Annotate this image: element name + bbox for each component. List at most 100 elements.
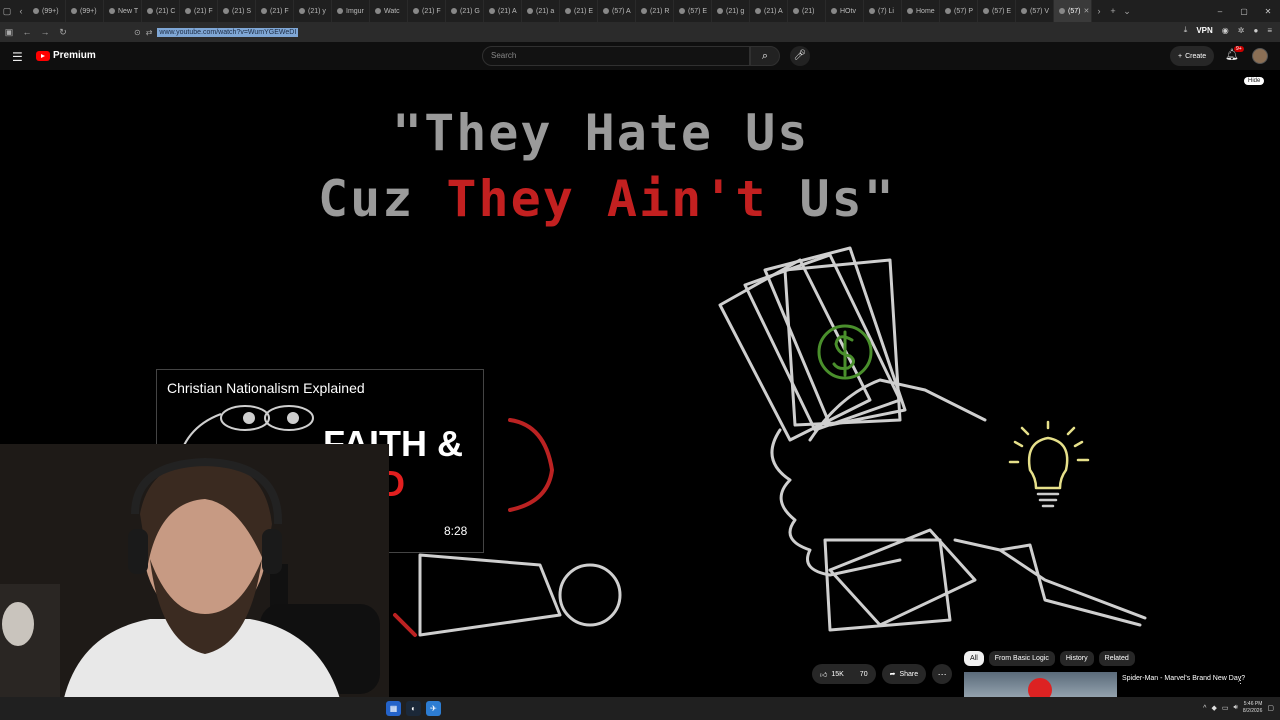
network-icon[interactable]: ▭ bbox=[1222, 704, 1229, 712]
wallet-icon[interactable]: ◉ bbox=[1222, 26, 1229, 35]
tab-search-icon[interactable]: ⌄ bbox=[1120, 6, 1134, 17]
chip-history[interactable]: History bbox=[1059, 651, 1094, 666]
browser-tab[interactable]: Home bbox=[902, 0, 940, 22]
search-icon[interactable]: ⌕ bbox=[750, 46, 780, 66]
chip-all[interactable]: All bbox=[964, 651, 984, 666]
hamburger-menu-icon[interactable]: ☰ bbox=[12, 50, 23, 64]
extensions-icon[interactable]: ✲ bbox=[1238, 26, 1245, 35]
share-button[interactable]: ➦ Share bbox=[881, 664, 927, 684]
app-icon-3[interactable]: ✈ bbox=[426, 701, 441, 716]
browser-tab[interactable]: (99+) bbox=[28, 0, 66, 22]
browser-tab[interactable]: HOtv bbox=[826, 0, 864, 22]
address-bar: ▣ ← → ↻ ⊙ ⇄ www.youtube.com/watch?v=WumY… bbox=[0, 22, 1280, 42]
tab-actions-icon[interactable]: ▢ bbox=[0, 6, 14, 17]
browser-tab[interactable]: (21) A bbox=[484, 0, 522, 22]
browser-tab[interactable]: (57) E bbox=[978, 0, 1016, 22]
tab-favicon-icon bbox=[413, 8, 419, 14]
tab-scroll-left-icon[interactable]: ‹ bbox=[14, 6, 28, 16]
browser-tab[interactable]: (21) C bbox=[142, 0, 180, 22]
browser-tab[interactable]: (21) y bbox=[294, 0, 332, 22]
site-info-icon[interactable]: ⊙ bbox=[134, 28, 141, 37]
profile-icon[interactable]: ● bbox=[1253, 26, 1258, 35]
browser-tab[interactable]: (21) G bbox=[446, 0, 484, 22]
tab-favicon-icon bbox=[603, 8, 609, 14]
chip-related[interactable]: Related bbox=[1098, 651, 1135, 666]
like-count: 15K bbox=[831, 670, 844, 678]
notification-center-icon[interactable]: ▢ bbox=[1267, 704, 1274, 712]
browser-tab[interactable]: (57) ✕ bbox=[1054, 0, 1092, 22]
browser-tab[interactable]: (21) E bbox=[560, 0, 598, 22]
tab-favicon-icon bbox=[641, 8, 647, 14]
create-button[interactable]: + Create bbox=[1170, 46, 1215, 66]
more-actions-icon[interactable]: ⋯ bbox=[932, 664, 953, 684]
url-text[interactable]: www.youtube.com/watch?v=WumYGEWeDI bbox=[157, 27, 299, 37]
microphone-icon[interactable]: 🎤︎ bbox=[790, 46, 810, 66]
taskbar-apps: ▦ ◐ ✈ bbox=[386, 701, 441, 716]
hide-button[interactable]: Hide bbox=[1244, 77, 1265, 85]
browser-menu-icon[interactable]: ≡ bbox=[1267, 26, 1272, 35]
search-input[interactable]: Search bbox=[482, 46, 750, 66]
browser-tab[interactable]: (21) a bbox=[522, 0, 560, 22]
avatar[interactable] bbox=[1252, 48, 1268, 64]
youtube-logo[interactable]: Premium bbox=[36, 50, 96, 61]
forward-icon[interactable]: → bbox=[36, 27, 54, 37]
browser-tab[interactable]: New T bbox=[104, 0, 142, 22]
chip-from-basic-logic[interactable]: From Basic Logic bbox=[988, 651, 1055, 666]
app-icon-1[interactable]: ▦ bbox=[386, 701, 401, 716]
tab-favicon-icon bbox=[185, 8, 191, 14]
browser-tab[interactable]: (21) bbox=[788, 0, 826, 22]
tab-favicon-icon bbox=[489, 8, 495, 14]
minimize-icon[interactable]: – bbox=[1208, 7, 1232, 16]
browser-tab[interactable]: (7) Li bbox=[864, 0, 902, 22]
browser-tab[interactable]: (57) V bbox=[1016, 0, 1054, 22]
tab-label: (57) V bbox=[1030, 7, 1050, 15]
tab-favicon-icon bbox=[907, 8, 913, 14]
translate-icon[interactable]: ⇄ bbox=[146, 28, 153, 37]
clock[interactable]: 5:46 PM 8/2/2026 bbox=[1243, 701, 1262, 715]
browser-tab[interactable]: (57) A bbox=[598, 0, 636, 22]
vpn-button[interactable]: VPN bbox=[1196, 26, 1212, 35]
browser-tab[interactable]: (21) g bbox=[712, 0, 750, 22]
tab-favicon-icon bbox=[261, 8, 267, 14]
dislike-count: 70 bbox=[859, 670, 868, 678]
browser-tab[interactable]: (21) F bbox=[256, 0, 294, 22]
tab-label: (57) E bbox=[688, 7, 708, 15]
recommended-title[interactable]: Spider-Man - Marvel's Brand New Day? bbox=[1122, 674, 1252, 684]
tab-label: (21) A bbox=[498, 7, 517, 15]
kebab-menu-icon[interactable]: ⋮ bbox=[1236, 675, 1245, 686]
browser-tab[interactable]: (21) R bbox=[636, 0, 674, 22]
download-icon[interactable]: ⤓ bbox=[1184, 25, 1188, 35]
end-card-duration: 8:28 bbox=[444, 524, 468, 538]
volume-icon[interactable]: 🔊︎ bbox=[1233, 704, 1237, 712]
tab-label: HOtv bbox=[840, 7, 856, 15]
close-tab-icon[interactable]: ✕ bbox=[1083, 7, 1089, 15]
new-tab-icon[interactable]: + bbox=[1106, 6, 1120, 16]
recommended-thumbnail[interactable] bbox=[964, 672, 1117, 700]
back-icon[interactable]: ← bbox=[18, 27, 36, 37]
maximize-icon[interactable]: ▢ bbox=[1232, 7, 1256, 16]
tab-favicon-icon bbox=[565, 8, 571, 14]
browser-tab[interactable]: (21) A bbox=[750, 0, 788, 22]
tab-favicon-icon bbox=[33, 8, 39, 14]
browser-tab[interactable]: (57) E bbox=[674, 0, 712, 22]
clock-date: 8/2/2026 bbox=[1242, 708, 1263, 714]
tray-app-icon[interactable]: ◆ bbox=[1211, 704, 1216, 712]
tab-scroll-right-icon[interactable]: › bbox=[1092, 6, 1106, 16]
browser-tab[interactable]: (21) S bbox=[218, 0, 256, 22]
plus-icon: + bbox=[1178, 52, 1183, 60]
browser-tab[interactable]: Imgur bbox=[332, 0, 370, 22]
browser-tab[interactable]: (21) F bbox=[408, 0, 446, 22]
video-actions: 👍︎ 15K 70 ➦ Share ⋯ bbox=[812, 664, 953, 684]
reload-icon[interactable]: ↻ bbox=[54, 27, 72, 38]
browser-tab[interactable]: (21) F bbox=[180, 0, 218, 22]
url-field[interactable]: ⊙ ⇄ www.youtube.com/watch?v=WumYGEWeDI bbox=[134, 25, 1094, 39]
close-window-icon[interactable]: ✕ bbox=[1256, 7, 1280, 16]
recommended-video-item[interactable]: Spider-Man - Marvel's Brand New Day? ⋮ bbox=[964, 672, 1264, 700]
tray-chevron-icon[interactable]: ^ bbox=[1203, 705, 1206, 712]
steam-icon[interactable]: ◐ bbox=[406, 701, 421, 716]
browser-tab[interactable]: (99+) bbox=[66, 0, 104, 22]
browser-tab[interactable]: (57) P bbox=[940, 0, 978, 22]
browser-tab[interactable]: Watc bbox=[370, 0, 408, 22]
like-dislike-button[interactable]: 👍︎ 15K 70 bbox=[812, 664, 876, 684]
sidebar-toggle-icon[interactable]: ▣ bbox=[0, 27, 18, 38]
